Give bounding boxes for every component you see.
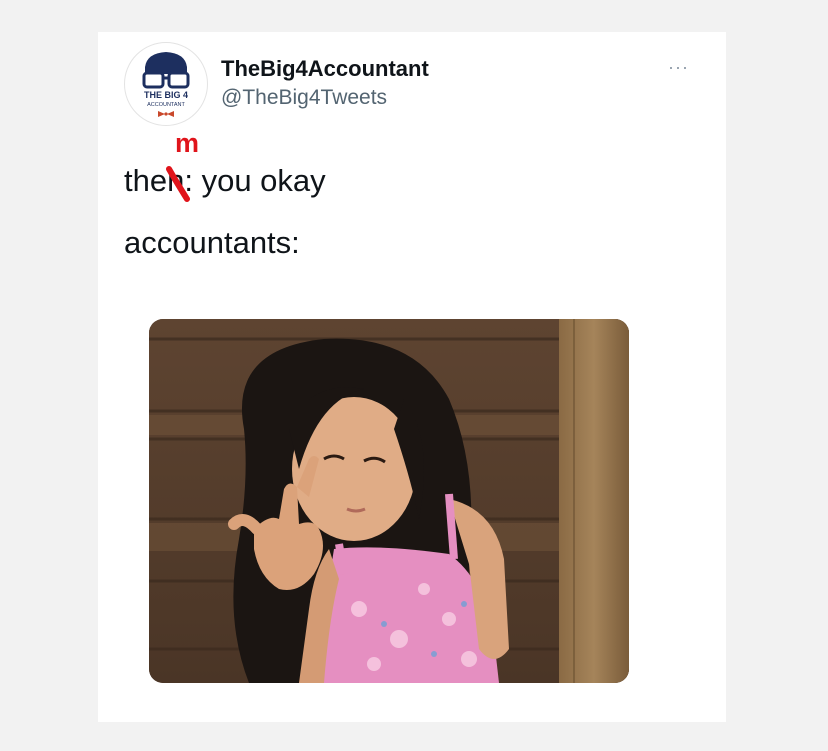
svg-text:THE BIG 4: THE BIG 4 <box>144 90 188 100</box>
line1-prefix: the <box>124 163 168 198</box>
tweet-line-2: accountants: <box>124 225 300 260</box>
line1-suffix: : you okay <box>184 163 326 198</box>
girl-photo-illustration <box>149 319 629 683</box>
tweet-line-1: then: you okay <box>124 163 326 199</box>
big4-logo-icon: THE BIG 4 ACCOUNTANT <box>142 52 190 117</box>
handwritten-correction: m <box>175 128 200 158</box>
more-options-icon[interactable]: ··· <box>668 57 689 78</box>
profile-avatar[interactable]: THE BIG 4 ACCOUNTANT <box>124 42 208 126</box>
red-strikethrough-mark <box>166 166 190 202</box>
svg-text:ACCOUNTANT: ACCOUNTANT <box>147 102 185 108</box>
tweet-photo[interactable] <box>149 319 629 683</box>
user-handle[interactable]: @TheBig4Tweets <box>221 86 387 110</box>
display-name[interactable]: TheBig4Accountant <box>221 56 429 82</box>
